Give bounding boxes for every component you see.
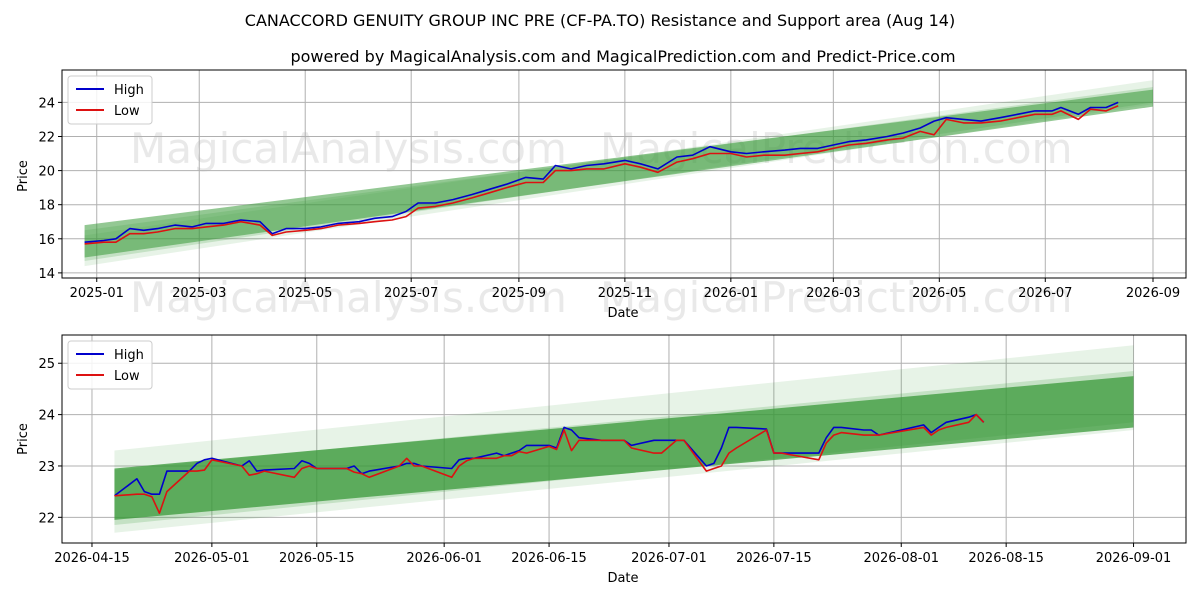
bottom-plot-area: 2026-04-15 2026-05-01 2026-05-15 2026-06-01… xyxy=(38,334,1187,566)
x-tick-label: 2026-09-01 xyxy=(1096,551,1172,566)
bottom-panel: 2026-04-15 2026-05-01 2026-05-15 2026-06-01… xyxy=(16,334,1187,586)
x-tick-label: 2026-08-01 xyxy=(863,551,939,566)
bottom-legend-high-label: High xyxy=(114,348,144,363)
x-tick-label: 2026-03 xyxy=(806,286,860,301)
y-tick-label: 18 xyxy=(38,199,55,214)
top-legend-low-label: Low xyxy=(114,104,140,119)
x-tick-label: 2026-06-01 xyxy=(406,551,482,566)
y-tick-label: 20 xyxy=(38,165,55,180)
x-tick-label: 2026-04-15 xyxy=(54,551,130,566)
x-tick-label: 2026-05-15 xyxy=(279,551,355,566)
y-tick-label: 14 xyxy=(38,267,55,282)
chart-figure: CANACCORD GENUITY GROUP INC PRE (CF-PA.T… xyxy=(16,11,1187,586)
bottom-x-axis-label: Date xyxy=(607,571,638,586)
x-tick-label: 2025-01 xyxy=(70,286,124,301)
x-tick-label: 2025-09 xyxy=(492,286,546,301)
bottom-y-axis-label: Price xyxy=(16,423,31,455)
y-tick-label: 24 xyxy=(38,409,55,424)
support-resistance-band xyxy=(114,345,1134,533)
y-tick-label: 22 xyxy=(38,511,55,526)
top-panel: MagicalAnalysis.com MagicalPrediction.co… xyxy=(16,69,1187,322)
top-y-axis-label: Price xyxy=(16,160,31,192)
top-x-axis-label: Date xyxy=(607,306,638,321)
bottom-legend-low-label: Low xyxy=(114,369,140,384)
y-tick-label: 23 xyxy=(38,460,55,475)
chart-subtitle: powered by MagicalAnalysis.com and Magic… xyxy=(290,47,955,66)
top-legend: High Low xyxy=(67,75,153,125)
top-legend-high-label: High xyxy=(114,83,144,98)
x-tick-label: 2025-07 xyxy=(384,286,438,301)
x-tick-label: 2025-11 xyxy=(598,286,652,301)
y-tick-label: 22 xyxy=(38,130,55,145)
y-tick-label: 16 xyxy=(38,233,55,248)
x-tick-label: 2026-07 xyxy=(1018,286,1072,301)
x-tick-label: 2026-08-15 xyxy=(968,551,1044,566)
x-tick-label: 2026-09 xyxy=(1126,286,1180,301)
x-tick-label: 2026-07-15 xyxy=(736,551,812,566)
y-tick-label: 25 xyxy=(38,357,55,372)
x-tick-label: 2026-05 xyxy=(912,286,966,301)
chart-title: CANACCORD GENUITY GROUP INC PRE (CF-PA.T… xyxy=(245,11,955,30)
support-resistance-band xyxy=(84,80,1153,267)
x-tick-label: 2025-03 xyxy=(172,286,226,301)
watermark-analysis: MagicalAnalysis.com xyxy=(130,124,567,173)
x-tick-label: 2026-05-01 xyxy=(174,551,250,566)
y-tick-label: 24 xyxy=(38,96,55,111)
x-tick-label: 2025-05 xyxy=(278,286,332,301)
top-plot-area: 2025-01 2025-03 2025-05 2025-07 2025-09 2025-… xyxy=(38,69,1187,301)
x-tick-label: 2026-06-15 xyxy=(511,551,587,566)
bottom-legend: High Low xyxy=(67,340,153,390)
x-tick-label: 2026-01 xyxy=(704,286,758,301)
x-tick-label: 2026-07-01 xyxy=(631,551,707,566)
